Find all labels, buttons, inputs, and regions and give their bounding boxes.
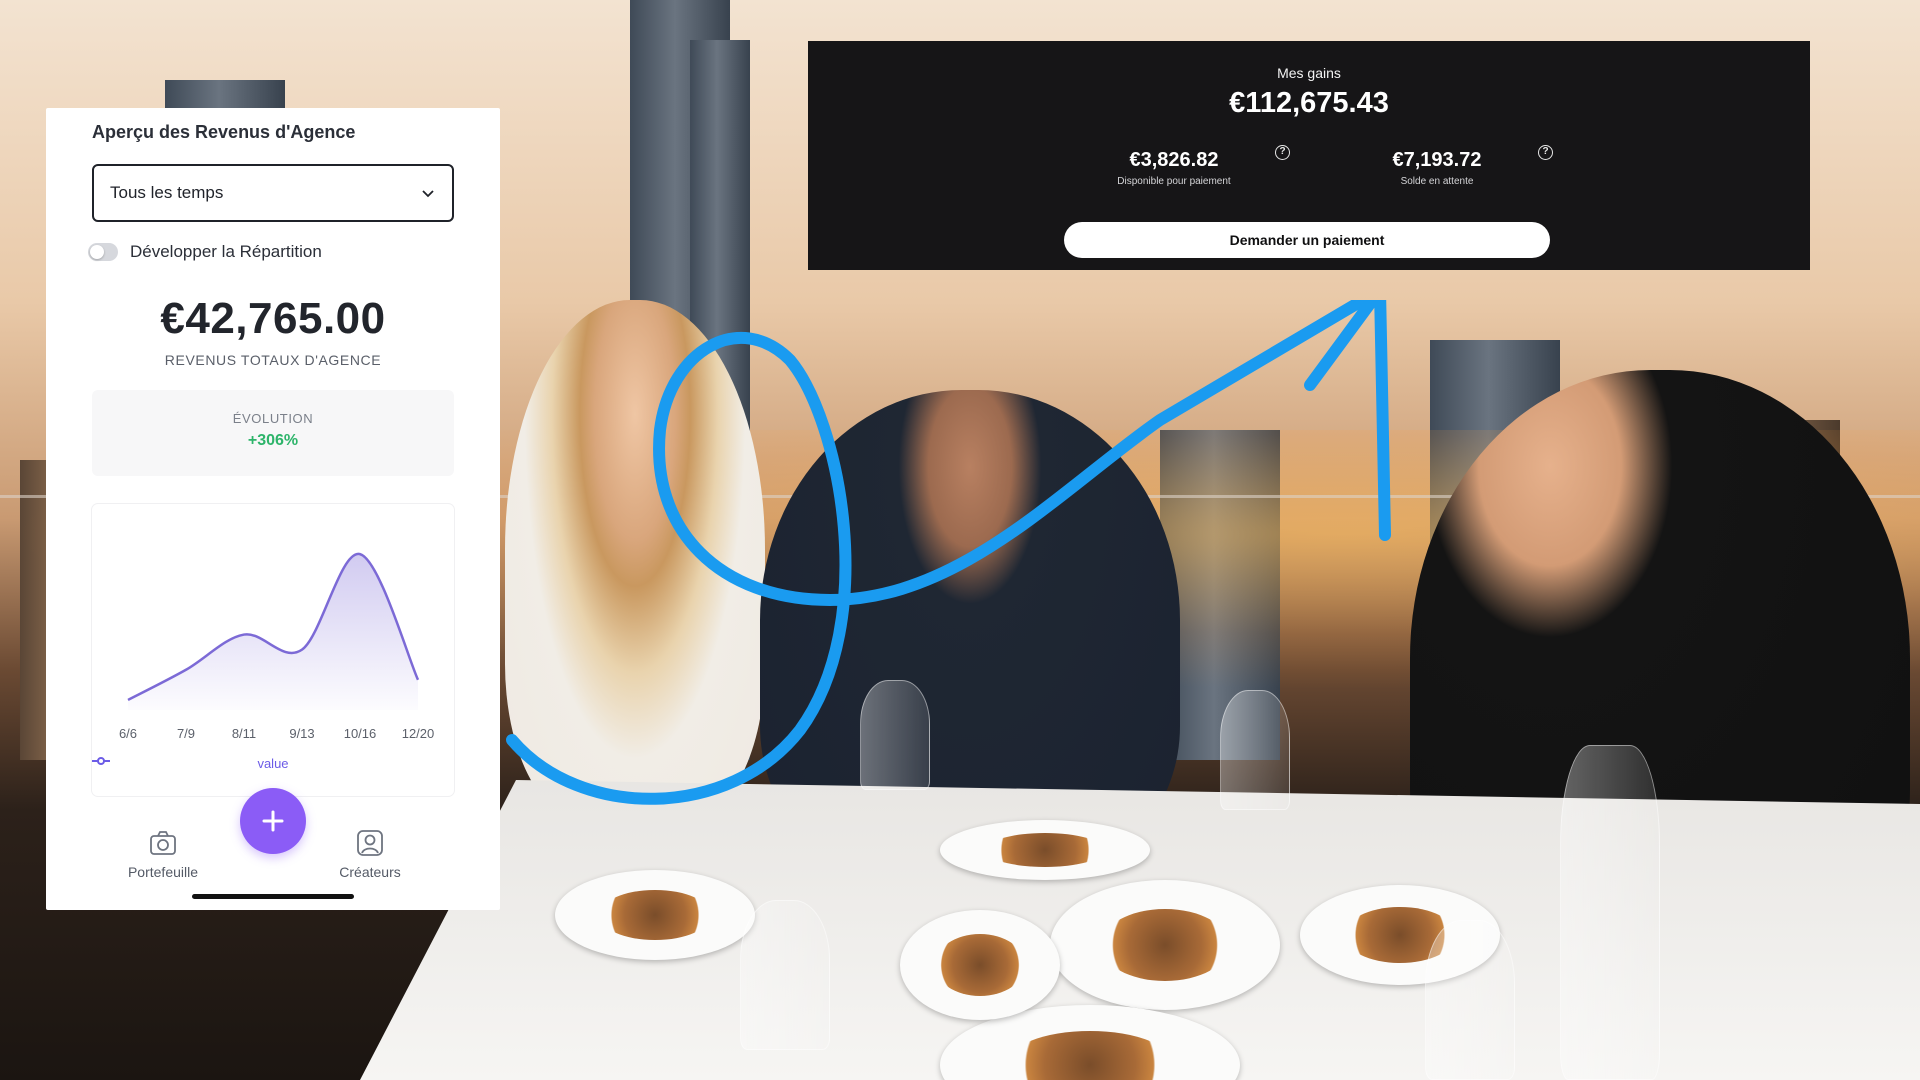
available-label: Disponible pour paiement [1117,176,1231,187]
chart-x-tick-label: 7/9 [177,726,195,741]
pending-label: Solde en attente [1400,176,1474,187]
earnings-total: €112,675.43 [1229,87,1389,119]
chart-x-tick-label: 12/20 [402,726,435,741]
earnings-label: Mes gains [1277,65,1341,81]
period-select-value: Tous les temps [110,183,224,202]
total-revenue-value: €42,765.00 [160,294,386,343]
revenue-chart-svg: 6/6 7/9 8/11 9/13 10/16 12/20 [119,552,435,741]
legend-label: value [257,756,289,771]
nav-creators-label: Créateurs [339,864,401,880]
breakdown-toggle-row: Développer la Répartition [88,242,322,262]
available-amount: €3,826.82 [1129,149,1219,171]
chart-x-tick-label: 9/13 [289,726,314,741]
help-circle-icon[interactable]: ? [1538,145,1553,160]
pending-balance-card: €7,193.72 Solde en attente [1313,139,1561,197]
revenue-chart: 6/6 7/9 8/11 9/13 10/16 12/20 value [92,504,454,796]
legend-line-icon [92,757,110,765]
panel-title: Aperçu des Revenus d'Agence [92,122,356,142]
camera-wallet-icon [150,831,176,855]
earnings-panel: Mes gains €112,675.43 €3,826.82 Disponib… [808,41,1810,270]
evolution-value: +306% [247,432,299,449]
breakdown-toggle-label: Développer la Répartition [130,242,322,261]
period-select[interactable]: Tous les temps [92,164,454,222]
user-icon [357,830,383,856]
evolution-card: ÉVOLUTION +306% [92,390,454,476]
nav-wallet-label: Portefeuille [127,864,199,880]
nav-wallet[interactable]: Portefeuille [103,828,223,882]
chevron-down-icon [422,190,434,198]
available-balance-card: €3,826.82 Disponible pour paiement [1050,139,1298,197]
plus-icon [262,810,284,832]
chart-legend: value [92,756,454,771]
chart-x-tick-label: 10/16 [344,726,377,741]
blue-arrow-annotation [506,300,1391,805]
pending-amount: €7,193.72 [1392,149,1482,171]
chart-x-tick-label: 6/6 [119,726,137,741]
evolution-label: ÉVOLUTION [232,411,314,426]
chart-x-tick-label: 8/11 [232,726,256,741]
add-button[interactable] [240,788,306,854]
home-indicator [192,894,354,899]
total-revenue-label: REVENUS TOTAUX D'AGENCE [164,352,382,368]
help-circle-icon[interactable]: ? [1275,145,1290,160]
agency-revenue-panel: Aperçu des Revenus d'Agence Tous les tem… [46,108,500,910]
nav-creators[interactable]: Créateurs [310,828,430,882]
chart-area-fill [128,553,418,710]
request-payment-button[interactable]: Demander un paiement [1064,222,1550,258]
breakdown-toggle[interactable] [88,243,118,261]
